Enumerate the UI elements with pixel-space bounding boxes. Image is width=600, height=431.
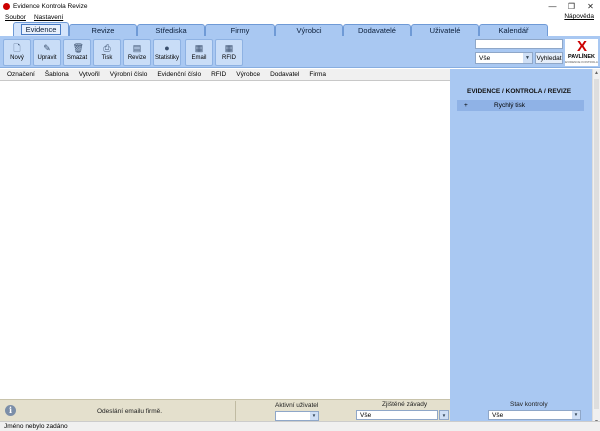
logo-mark: X [576,38,587,55]
column-oznaceni[interactable]: Označení [7,71,35,78]
app-icon [3,2,10,10]
info-icon: i [5,405,16,416]
rfid-button[interactable]: ▦ RFID [215,39,243,66]
active-user-select[interactable]: ▼ [275,411,319,421]
column-sablona[interactable]: Šablona [45,71,69,78]
delete-button[interactable]: 🗑 Smazat [63,39,91,66]
email-status: Odeslání emailu firmě. [97,408,163,415]
table-header: Označení Šablona Vytvořil Výrobní číslo … [0,69,450,81]
new-button[interactable]: 🗋 Nový [3,39,31,66]
fault-dropdown-button[interactable]: ▼ [439,410,449,420]
data-grid[interactable] [0,81,450,399]
column-dodavatel[interactable]: Dodavatel [270,71,299,78]
column-vytvoril[interactable]: Vytvořil [79,71,100,78]
statistics-button[interactable]: ● Statistiky [153,39,181,66]
edit-button[interactable]: ✎ Upravit [33,39,61,66]
scroll-thumb[interactable] [594,79,599,409]
info-icon: ● [164,43,170,53]
tab-evidence[interactable]: Evidence [13,22,69,36]
menu-napoveda[interactable]: Nápověda [564,12,594,22]
delete-icon: 🗑 [72,43,84,53]
menu-nastaveni[interactable]: Nastavení [34,14,63,21]
edit-icon: ✎ [43,43,51,53]
state-select[interactable]: Vše ▼ [488,410,581,420]
menu-soubor[interactable]: Soubor [5,14,26,21]
column-rfid[interactable]: RFID [211,71,226,78]
panel-title: EVIDENCE / KONTROLA / REVIZE [467,88,572,95]
printer-icon: ⎙ [103,43,111,53]
email-section: Odeslání emailu firmě. [22,401,236,421]
tab-firmy[interactable]: Firmy [205,24,275,36]
new-document-icon: 🗋 [13,43,21,53]
column-evidencni-cislo[interactable]: Evidenční číslo [157,71,201,78]
tab-uzivatele[interactable]: Uživatelé [411,24,479,36]
tab-strediska[interactable]: Střediska [137,24,205,36]
tab-vyrobci[interactable]: Výrobci [275,24,343,36]
column-firma[interactable]: Firma [309,71,326,78]
scroll-up-icon[interactable]: ▲ [593,69,600,77]
close-icon[interactable]: ✕ [581,0,600,12]
window-controls: — ❐ ✕ [543,0,600,12]
chevron-down-icon[interactable]: ▼ [310,412,318,420]
minimize-icon[interactable]: — [543,0,562,12]
column-vyrobce[interactable]: Výrobce [236,71,260,78]
tab-bar: Evidence Revize Střediska Firmy Výrobci … [0,22,600,36]
expand-icon[interactable]: + [464,100,468,111]
right-panel: EVIDENCE / KONTROLA / REVIZE + Rychlý ti… [450,69,592,426]
status-bar: Jméno nebylo zadáno [0,421,600,431]
logo-sub: EVIDENCE KONTROLA [565,60,598,64]
search-scope-select[interactable]: Vše ▼ [475,52,533,64]
chevron-down-icon[interactable]: ▼ [572,411,580,419]
tab-revize[interactable]: Revize [69,24,137,36]
print-button[interactable]: ⎙ Tisk [93,39,121,66]
revision-button[interactable]: ▤ Revize [123,39,151,66]
fault-select[interactable]: Vše [356,410,438,420]
tab-dodavatele[interactable]: Dodavatelé [343,24,411,36]
email-icon: ▦ [194,43,204,53]
rfid-icon: ▦ [224,43,234,53]
vertical-scrollbar[interactable]: ▲ ▼ [592,69,600,426]
toolbar: 🗋 Nový ✎ Upravit 🗑 Smazat ⎙ Tisk ▤ Reviz… [0,36,600,68]
status-text: Jméno nebylo zadáno [4,423,68,430]
quick-print-label: Rychlý tisk [494,102,526,109]
search-button[interactable]: Vyhledat [535,52,563,64]
tab-kalendar[interactable]: Kalendář [479,24,548,36]
email-button[interactable]: ▦ Email [185,39,213,66]
active-user-label: Aktivní uživatel [275,402,319,409]
maximize-icon[interactable]: ❐ [562,0,581,12]
title-bar: Evidence Kontrola Revize — ❐ ✕ [0,0,600,12]
menu-bar: Soubor Nastavení Nápověda [0,12,600,22]
fault-label: Zjištěné závady [382,401,428,408]
chevron-down-icon[interactable]: ▼ [523,53,532,63]
revision-icon: ▤ [132,43,142,53]
quick-print-item[interactable]: + Rychlý tisk [457,100,584,111]
search-input[interactable] [475,39,563,49]
column-vyrobni-cislo[interactable]: Výrobní číslo [110,71,148,78]
window-title: Evidence Kontrola Revize [13,2,88,10]
company-logo: X PAVLÍNEK EVIDENCE KONTROLA [565,39,598,66]
state-label: Stav kontroly [510,401,548,408]
